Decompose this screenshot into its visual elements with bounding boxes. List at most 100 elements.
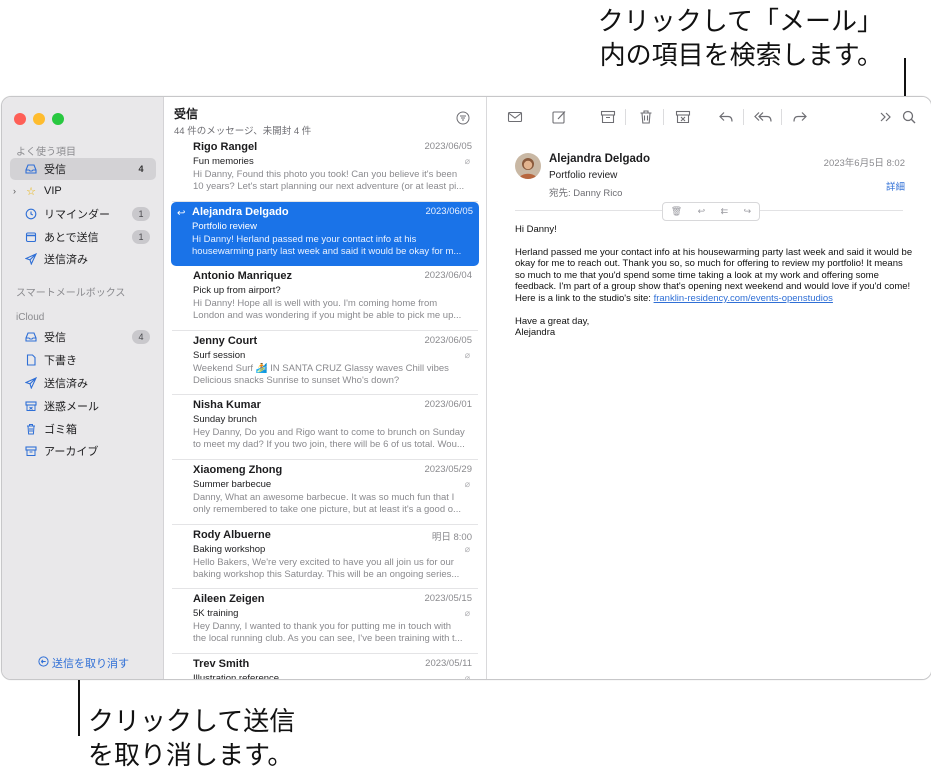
preview-line: to meet my dad? If you two join, there w… bbox=[193, 439, 465, 451]
preview-line: only remembered to take one picture, but… bbox=[193, 503, 461, 515]
message-subject: Sunday brunch bbox=[193, 414, 257, 426]
trash-icon bbox=[24, 422, 38, 436]
smart-mailboxes-header[interactable]: スマートメールボックス bbox=[16, 284, 125, 299]
sidebar-item-sent[interactable]: 送信済み bbox=[10, 248, 156, 270]
message-row[interactable]: Jenny Court 2023/06/05 Surf session Weekend… bbox=[172, 331, 478, 396]
preview-line: Hi Danny, Found this photo you took! Can… bbox=[193, 169, 458, 180]
envelope-icon[interactable] bbox=[507, 109, 523, 125]
message-date: 2023/06/05 bbox=[424, 334, 472, 346]
forward-icon[interactable] bbox=[792, 109, 808, 125]
reply-icon[interactable]: ↩ bbox=[698, 206, 706, 217]
message-preview: Hi Danny! Hope all is well with you. I'm… bbox=[193, 298, 465, 322]
message-date: 2023年6月5日 8:02 bbox=[823, 158, 905, 169]
zoom-button[interactable] bbox=[52, 113, 64, 125]
message-row[interactable]: Rody Albuerne 明日 8:00 Baking workshop Hello… bbox=[172, 525, 478, 590]
forward-icon[interactable]: ↪ bbox=[744, 206, 752, 217]
toolbar-separator bbox=[743, 109, 744, 125]
calendar-icon bbox=[24, 230, 38, 244]
preview-line: housewarming party last week and said it… bbox=[192, 245, 462, 257]
message-subject: Baking workshop bbox=[193, 543, 266, 555]
message-viewer: Alejandra Delgado Portfolio review 宛先: D… bbox=[487, 97, 931, 679]
sidebar-item-vip[interactable]: › ☆ VIP bbox=[10, 180, 156, 202]
sidebar-item-reminders[interactable]: リマインダー 1 bbox=[10, 203, 156, 225]
attachment-icon: ⌀ bbox=[464, 608, 470, 619]
message-date: 2023/05/29 bbox=[424, 463, 472, 475]
message-row[interactable]: Aileen Zeigen 2023/05/15 5K training Hey Da… bbox=[172, 589, 478, 654]
message-rows: Rigo Rangel 2023/06/05 Fun memories Hi Dann… bbox=[164, 137, 486, 679]
attachment-icon: ⌀ bbox=[464, 349, 470, 360]
message-preview: Hi Danny! Herland passed me your contact… bbox=[192, 234, 464, 258]
message-list: 受信 44 件のメッセージ、未開封 4 件 Rigo Rangel 2023/06… bbox=[164, 97, 487, 679]
sidebar-item-archive[interactable]: アーカイブ bbox=[10, 440, 156, 462]
sidebar: よく使う項目 受信 4 › ☆ VIP リマインダー 1 あとで送信 1 送信済… bbox=[2, 97, 164, 679]
trash-icon[interactable] bbox=[638, 109, 654, 125]
more-icon[interactable] bbox=[877, 109, 893, 125]
sidebar-item-icloud-inbox[interactable]: 受信 4 bbox=[10, 326, 156, 348]
message-date: 2023/06/05 bbox=[424, 141, 472, 152]
sidebar-item-inbox[interactable]: 受信 4 bbox=[10, 158, 156, 180]
message-date: 2023/06/01 bbox=[424, 399, 472, 411]
message-date: 2023/06/05 bbox=[425, 205, 473, 217]
preview-line: Hey Danny, Do you and Rigo want to come … bbox=[193, 427, 465, 439]
chevron-right-icon[interactable]: › bbox=[13, 186, 16, 196]
callout-leader-undo bbox=[78, 672, 80, 736]
message-row[interactable]: ↩ Alejandra Delgado 2023/06/05 Portfolio re… bbox=[171, 201, 479, 267]
filter-icon[interactable] bbox=[456, 111, 470, 125]
search-icon[interactable] bbox=[901, 109, 917, 125]
message-preview: Weekend Surf 🏄 IN SANTA CRUZ Glassy wave… bbox=[193, 363, 465, 387]
message-row[interactable]: Rigo Rangel 2023/06/05 Fun memories Hi Dann… bbox=[172, 137, 478, 202]
avatar bbox=[515, 153, 541, 179]
body-paragraph: Herland passed me your contact info at h… bbox=[515, 246, 913, 304]
sidebar-item-send-later[interactable]: あとで送信 1 bbox=[10, 226, 156, 248]
junk-icon bbox=[24, 399, 38, 413]
attachment-icon: ⌀ bbox=[464, 478, 470, 489]
reply-icon[interactable] bbox=[718, 109, 734, 125]
trash-icon[interactable]: 🗑 bbox=[671, 206, 682, 217]
preview-line: the local running club. As you can see, … bbox=[193, 633, 463, 645]
studio-link[interactable]: franklin-residency.com/events-openstudio… bbox=[654, 293, 833, 304]
message-row[interactable]: Trev Smith 2023/05/11 Illustration referen… bbox=[172, 654, 478, 679]
message-subject: 5K training bbox=[193, 608, 239, 620]
message-preview: Hey Danny, Do you and Rigo want to come … bbox=[193, 427, 465, 451]
sender-name: Alejandra Delgado bbox=[549, 153, 650, 165]
reply-all-icon[interactable] bbox=[753, 109, 773, 125]
message-preview: Danny, What an awesome barbecue. It was … bbox=[193, 492, 465, 516]
message-row[interactable]: Nisha Kumar 2023/06/01 Sunday brunch Hey Da… bbox=[172, 395, 478, 460]
archive-icon bbox=[24, 444, 38, 458]
preview-line: Hi Danny! Herland passed me your contact… bbox=[192, 233, 417, 245]
archive-icon[interactable] bbox=[600, 109, 616, 125]
junk-icon[interactable] bbox=[675, 109, 691, 125]
mail-window: よく使う項目 受信 4 › ☆ VIP リマインダー 1 あとで送信 1 送信済… bbox=[1, 96, 931, 680]
undo-send-button[interactable]: 送信を取り消す bbox=[38, 655, 129, 671]
attachment-icon: ⌀ bbox=[464, 543, 470, 554]
sidebar-item-icloud-sent[interactable]: 送信済み bbox=[10, 372, 156, 394]
message-row[interactable]: Antonio Manriquez 2023/06/04 Pick up from … bbox=[172, 266, 478, 331]
minimize-button[interactable] bbox=[33, 113, 45, 125]
inline-actions: 🗑 ↩ ⇇ ↪ bbox=[662, 202, 760, 221]
reply-all-icon[interactable]: ⇇ bbox=[721, 206, 729, 217]
preview-line: Hello Bakers, We're very excited to have… bbox=[193, 556, 454, 568]
preview-line: Delicious snacks Sunrise to sunset Who's… bbox=[193, 374, 400, 386]
close-button[interactable] bbox=[14, 113, 26, 125]
clock-icon bbox=[24, 207, 38, 221]
undo-circle-icon bbox=[38, 656, 49, 670]
document-icon bbox=[24, 353, 38, 367]
mailbox-subtitle: 44 件のメッセージ、未開封 4 件 bbox=[174, 126, 312, 137]
message-subject: Summer barbecue bbox=[193, 478, 272, 490]
sidebar-item-junk[interactable]: 迷惑メール bbox=[10, 395, 156, 417]
preview-line: baking workshop this Saturday. This will… bbox=[193, 568, 460, 580]
message-row[interactable]: Xiaomeng Zhong 2023/05/29 Summer barbecue D… bbox=[172, 460, 478, 525]
greeting: Hi Danny! bbox=[515, 224, 557, 235]
sidebar-item-trash[interactable]: ゴミ箱 bbox=[10, 418, 156, 440]
message-preview: Hey Danny, I wanted to thank you for put… bbox=[193, 621, 465, 645]
message-date: 2023/06/04 bbox=[424, 270, 472, 282]
sidebar-item-drafts[interactable]: 下書き bbox=[10, 349, 156, 371]
message-subject: Surf session bbox=[193, 349, 246, 361]
signature: Alejandra bbox=[515, 327, 556, 339]
unread-count: 4 bbox=[138, 164, 144, 174]
compose-icon[interactable] bbox=[551, 109, 567, 125]
details-link[interactable]: 詳細 bbox=[886, 179, 905, 193]
attachment-icon: ⌀ bbox=[464, 156, 470, 166]
preview-line: Danny, What an awesome barbecue. It was … bbox=[193, 491, 455, 503]
icloud-header[interactable]: iCloud bbox=[16, 312, 44, 323]
